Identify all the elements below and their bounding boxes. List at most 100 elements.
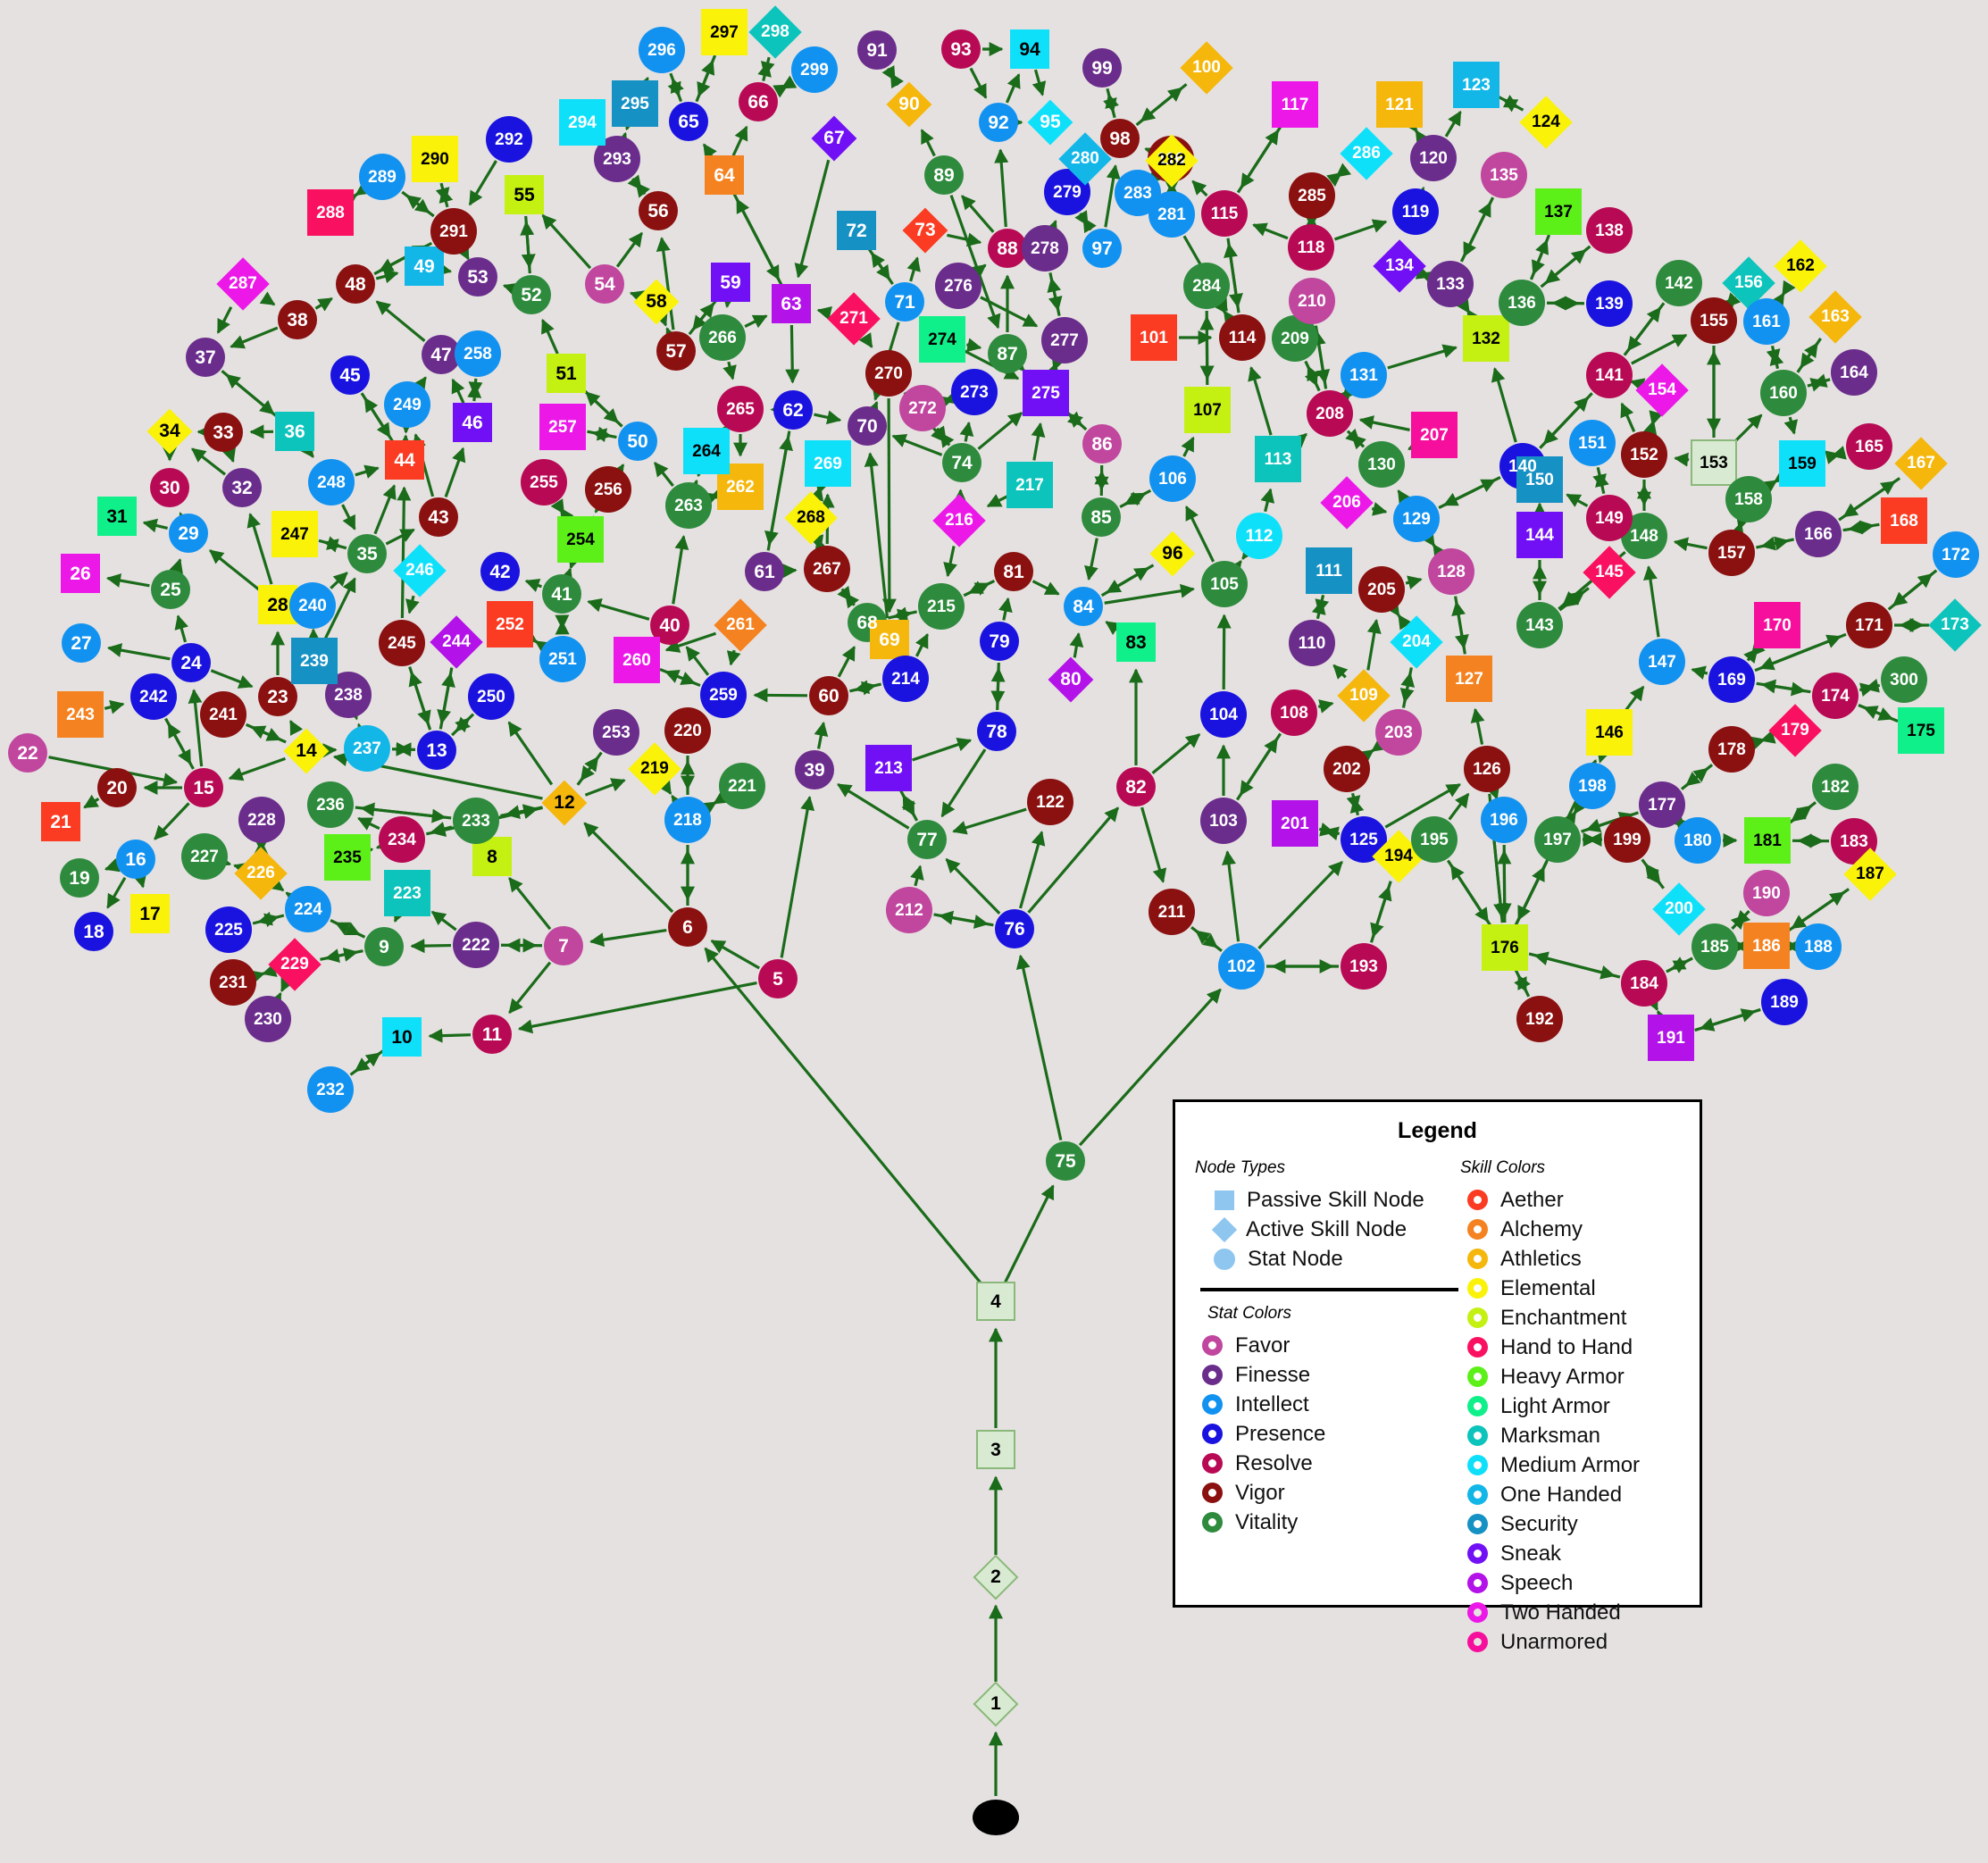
skill-node-149[interactable]: 149: [1586, 495, 1633, 541]
skill-node-94[interactable]: 94: [1010, 29, 1049, 69]
skill-node-174[interactable]: 174: [1812, 673, 1859, 719]
skill-node-102[interactable]: 102: [1218, 943, 1265, 990]
skill-node-291[interactable]: 291: [430, 208, 477, 255]
skill-node-190[interactable]: 190: [1743, 870, 1790, 916]
skill-node-177[interactable]: 177: [1639, 781, 1685, 828]
skill-node-147[interactable]: 147: [1639, 639, 1685, 685]
skill-node-106[interactable]: 106: [1149, 455, 1196, 502]
skill-node-199[interactable]: 199: [1604, 816, 1650, 863]
skill-node-226[interactable]: 226: [234, 847, 288, 900]
skill-node-232[interactable]: 232: [307, 1066, 354, 1113]
skill-node-121[interactable]: 121: [1376, 81, 1423, 128]
skill-node-44[interactable]: 44: [385, 440, 424, 480]
skill-node-182[interactable]: 182: [1812, 764, 1859, 810]
skill-node-105[interactable]: 105: [1201, 561, 1248, 607]
skill-node-295[interactable]: 295: [612, 80, 658, 127]
skill-node-176[interactable]: 176: [1482, 924, 1528, 971]
skill-node-9[interactable]: 9: [364, 927, 404, 966]
skill-node-83[interactable]: 83: [1116, 622, 1156, 662]
skill-node-109[interactable]: 109: [1337, 669, 1391, 723]
skill-node-179[interactable]: 179: [1768, 704, 1822, 757]
skill-node-4[interactable]: 4: [976, 1282, 1015, 1321]
skill-node-89[interactable]: 89: [924, 155, 964, 195]
skill-node-2[interactable]: 2: [973, 1554, 1019, 1600]
skill-node-286[interactable]: 286: [1340, 127, 1393, 180]
skill-node-290[interactable]: 290: [412, 136, 458, 182]
skill-node-268[interactable]: 268: [784, 491, 838, 545]
skill-node-79[interactable]: 79: [980, 622, 1019, 661]
skill-node-193[interactable]: 193: [1341, 943, 1387, 990]
skill-node-7[interactable]: 7: [544, 926, 583, 965]
skill-node-29[interactable]: 29: [169, 514, 208, 553]
skill-node-211[interactable]: 211: [1149, 889, 1195, 935]
skill-node-196[interactable]: 196: [1481, 797, 1527, 843]
skill-node-13[interactable]: 13: [417, 731, 456, 770]
skill-node-6[interactable]: 6: [668, 907, 707, 947]
skill-node-129[interactable]: 129: [1393, 496, 1440, 542]
skill-node-240[interactable]: 240: [289, 582, 336, 629]
skill-node-192[interactable]: 192: [1516, 996, 1563, 1042]
skill-node-288[interactable]: 288: [307, 189, 354, 236]
skill-node-266[interactable]: 266: [699, 314, 746, 361]
skill-node-25[interactable]: 25: [151, 570, 190, 609]
skill-node-43[interactable]: 43: [419, 497, 458, 537]
skill-node-97[interactable]: 97: [1082, 229, 1122, 268]
skill-node-237[interactable]: 237: [344, 725, 390, 772]
skill-node-39[interactable]: 39: [795, 750, 834, 789]
skill-node-63[interactable]: 63: [772, 284, 811, 323]
skill-node-34[interactable]: 34: [146, 408, 193, 455]
skill-node-195[interactable]: 195: [1411, 816, 1458, 863]
skill-node-141[interactable]: 141: [1586, 352, 1633, 398]
skill-node-236[interactable]: 236: [307, 781, 354, 828]
skill-node-64[interactable]: 64: [705, 155, 744, 195]
skill-node-145[interactable]: 145: [1583, 546, 1636, 599]
skill-node-294[interactable]: 294: [559, 99, 606, 146]
skill-node-172[interactable]: 172: [1933, 531, 1979, 578]
skill-node-127[interactable]: 127: [1446, 656, 1492, 702]
skill-node-210[interactable]: 210: [1289, 278, 1335, 324]
skill-node-223[interactable]: 223: [384, 870, 430, 916]
skill-node-241[interactable]: 241: [200, 691, 246, 738]
skill-node-250[interactable]: 250: [468, 673, 514, 720]
skill-node-215[interactable]: 215: [918, 583, 965, 630]
skill-node-5[interactable]: 5: [758, 959, 798, 998]
skill-node-217[interactable]: 217: [1007, 462, 1053, 508]
skill-node-87[interactable]: 87: [988, 334, 1027, 373]
skill-node-282[interactable]: 282: [1145, 134, 1199, 188]
skill-node-276[interactable]: 276: [935, 263, 981, 309]
skill-node-189[interactable]: 189: [1761, 979, 1808, 1025]
skill-node-132[interactable]: 132: [1463, 315, 1509, 362]
skill-node-155[interactable]: 155: [1691, 297, 1737, 344]
skill-node-239[interactable]: 239: [291, 638, 338, 684]
skill-node-21[interactable]: 21: [41, 802, 80, 841]
skill-node-265[interactable]: 265: [717, 386, 764, 432]
skill-node-220[interactable]: 220: [664, 707, 711, 754]
skill-node-247[interactable]: 247: [271, 511, 318, 557]
skill-node-35[interactable]: 35: [347, 534, 387, 573]
skill-node-208[interactable]: 208: [1307, 390, 1353, 437]
skill-node-17[interactable]: 17: [130, 894, 170, 933]
skill-node-138[interactable]: 138: [1586, 207, 1633, 254]
skill-node-1[interactable]: 1: [973, 1681, 1019, 1727]
skill-node-167[interactable]: 167: [1894, 437, 1948, 490]
skill-node-15[interactable]: 15: [184, 768, 223, 807]
skill-node-219[interactable]: 219: [628, 742, 681, 796]
skill-node-181[interactable]: 181: [1744, 817, 1791, 864]
skill-node-133[interactable]: 133: [1427, 261, 1474, 307]
skill-node-53[interactable]: 53: [458, 257, 497, 297]
skill-node-12[interactable]: 12: [541, 780, 588, 826]
skill-node-14[interactable]: 14: [283, 728, 330, 774]
skill-node-90[interactable]: 90: [886, 81, 932, 128]
skill-node-56[interactable]: 56: [639, 191, 678, 230]
skill-node-118[interactable]: 118: [1288, 224, 1334, 271]
skill-node-214[interactable]: 214: [882, 656, 929, 702]
skill-node-62[interactable]: 62: [773, 390, 813, 430]
skill-node-255[interactable]: 255: [521, 459, 567, 505]
skill-node-292[interactable]: 292: [486, 116, 532, 163]
skill-node-111[interactable]: 111: [1306, 547, 1352, 594]
skill-node-122[interactable]: 122: [1027, 779, 1073, 825]
skill-node-93[interactable]: 93: [941, 29, 981, 69]
skill-node-180[interactable]: 180: [1675, 817, 1721, 864]
skill-node-260[interactable]: 260: [614, 637, 660, 683]
skill-node-206[interactable]: 206: [1320, 476, 1374, 530]
